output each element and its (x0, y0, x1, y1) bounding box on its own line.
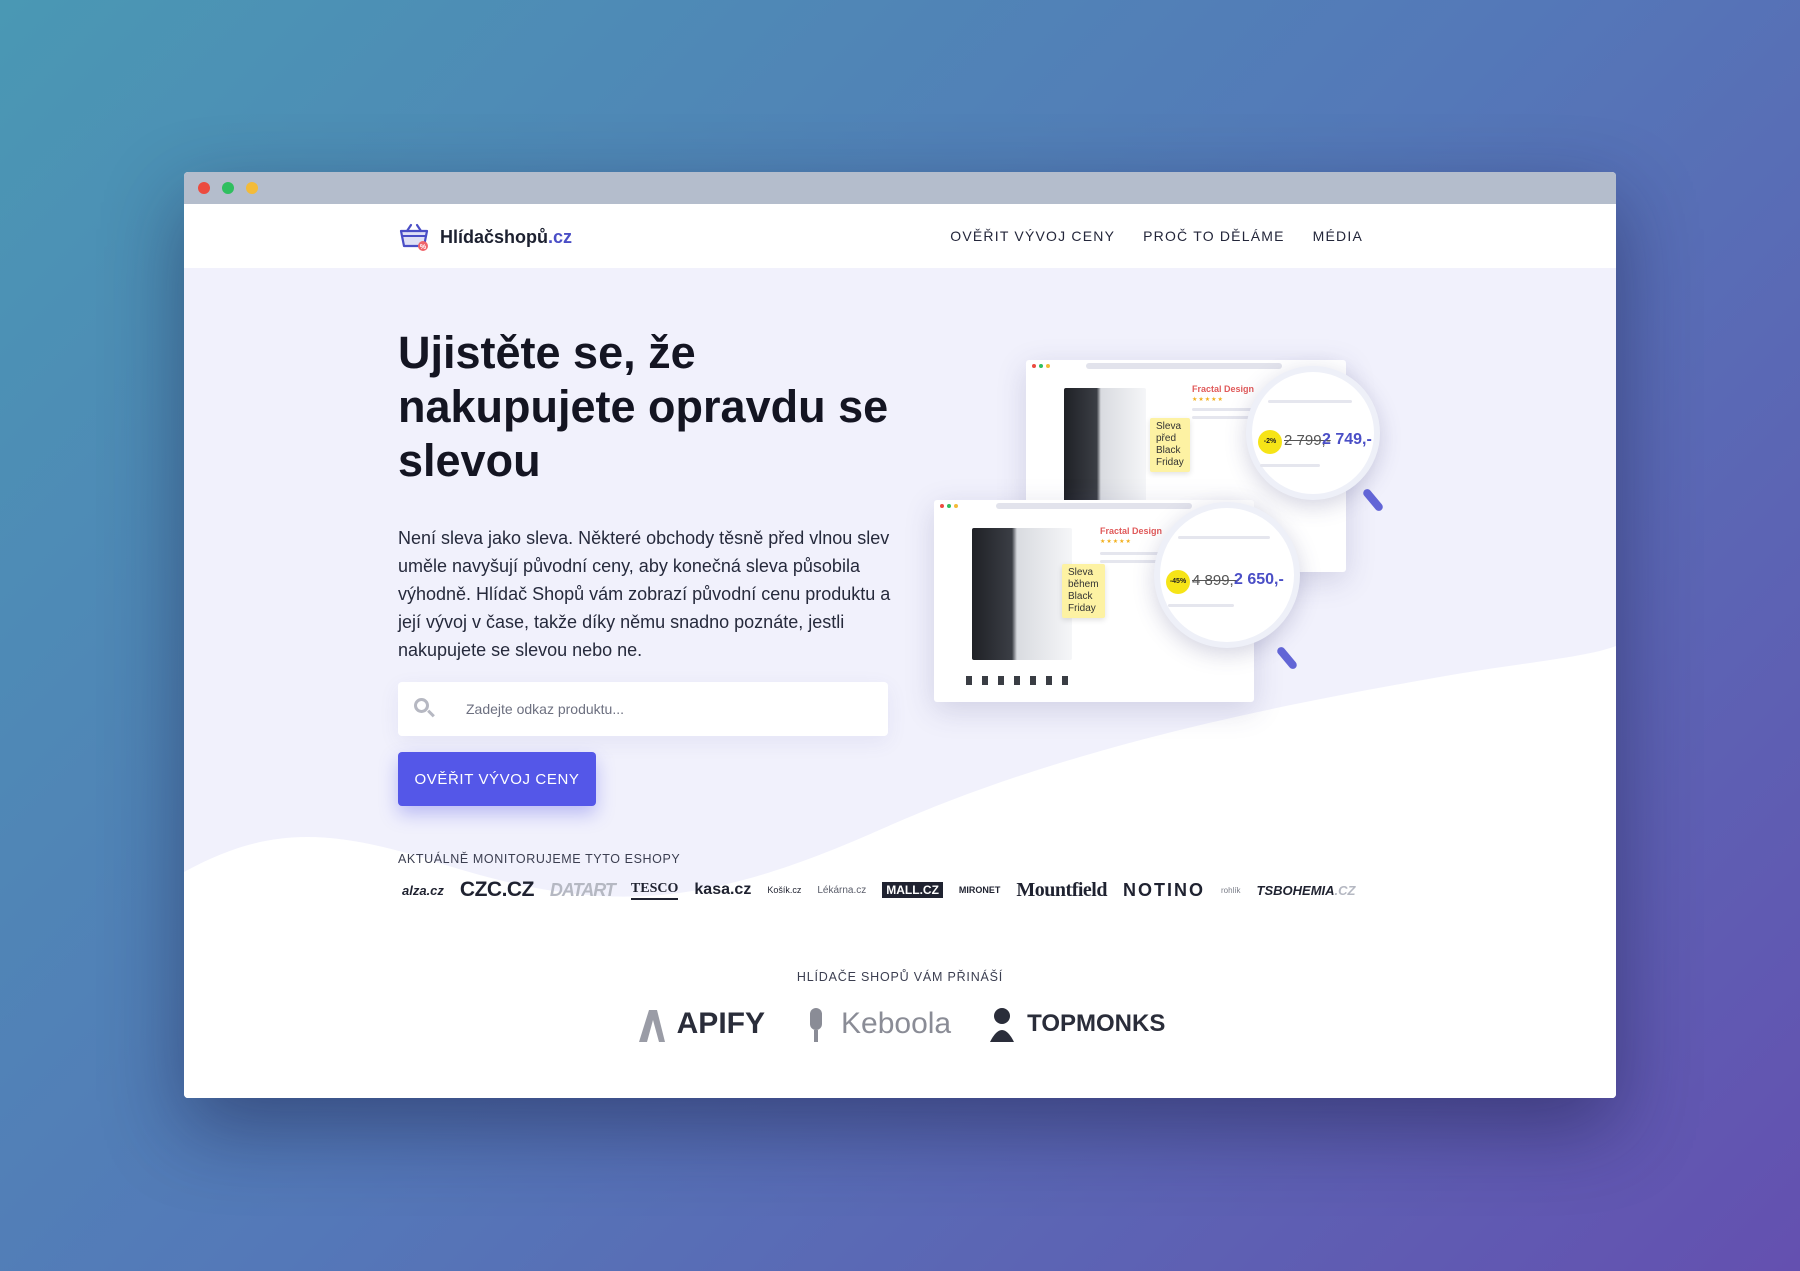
browser-window: % Hlídačshopů.cz OVĚŘIT VÝVOJ CENY PROČ … (184, 172, 1616, 1098)
zoom-window-button[interactable] (246, 182, 258, 194)
hero-headline: Ujistěte se, že nakupujete opravdu se sl… (398, 327, 889, 486)
eshop-logos: alza.cz CZC.CZ DATART TESCO kasa.cz Koší… (402, 878, 1362, 902)
logo-mall: MALL.CZ (882, 882, 943, 898)
discount-tag: Sleva před Black Friday (1150, 418, 1190, 472)
keboola-icon (810, 1008, 822, 1042)
nav-link-why[interactable]: PROČ TO DĚLÁME (1143, 228, 1285, 244)
magnifier-back: -2% 2 799,- 2 749,- (1246, 366, 1380, 500)
logo-mountfield: Mountfield (1016, 878, 1107, 901)
new-price: 2 650,- (1234, 571, 1284, 588)
partner-logos: APIFY Keboola TOPMONKS (184, 1004, 1616, 1058)
partner-apify: APIFY (635, 1004, 765, 1044)
site-header: % Hlídačshopů.cz OVĚŘIT VÝVOJ CENY PROČ … (184, 204, 1616, 268)
close-window-button[interactable] (198, 182, 210, 194)
logo-text: Hlídačshopů.cz (440, 226, 573, 247)
window-titlebar (184, 172, 1616, 204)
logo-alza: alza.cz (402, 882, 444, 898)
partner-topmonks: TOPMONKS (985, 1004, 1165, 1044)
apify-icon (638, 1010, 665, 1042)
logo-czc: CZC.CZ (459, 878, 535, 901)
minimize-window-button[interactable] (222, 182, 234, 194)
eshops-label: AKTUÁLNĚ MONITORUJEME TYTO ESHOPY (398, 852, 681, 866)
svg-text:%: % (420, 244, 427, 251)
logo-rohlik: rohlík (1220, 885, 1241, 895)
magnifier-front: -45% 4 899,- 2 650,- (1154, 502, 1300, 648)
product-brand: Fractal Design (1100, 526, 1163, 536)
basket-icon: % (399, 223, 429, 251)
logo-datart: DATART (549, 879, 616, 900)
logo-tsbohemia: TSBOHEMIA.CZ (1256, 882, 1356, 898)
partners-label: HLÍDAČE SHOPŮ VÁM PŘINÁŠÍ (796, 970, 1004, 984)
discount-badge: -45% (1166, 570, 1190, 594)
logo-tesco: TESCO (630, 881, 679, 900)
logo-mironet: MIRONET (958, 885, 1001, 895)
new-price: 2 749,- (1322, 431, 1372, 448)
logo-kosik: Košík.cz (767, 885, 802, 895)
nav-link-media[interactable]: MÉDIA (1313, 228, 1363, 244)
logo-kasa: kasa.cz (694, 881, 752, 898)
product-link-search (398, 682, 888, 736)
product-link-input[interactable] (466, 689, 866, 729)
site-logo[interactable]: % Hlídačshopů.cz (398, 222, 572, 252)
nav-link-verify-price[interactable]: OVĚŘIT VÝVOJ CENY (950, 228, 1115, 244)
partner-keboola: Keboola (799, 1004, 951, 1044)
search-icon (414, 698, 436, 720)
hero-lead-text: Není sleva jako sleva. Některé obchody t… (398, 528, 891, 660)
logo-lekarna: Lékárna.cz (817, 884, 867, 896)
discount-badge: -2% (1258, 430, 1282, 454)
hero-section: Ujistěte se, že nakupujete opravdu se sl… (184, 268, 1616, 1098)
logo-notino: NOTINO (1122, 879, 1205, 900)
old-price: 4 899,- (1192, 572, 1239, 589)
main-nav: OVĚŘIT VÝVOJ CENY PROČ TO DĚLÁME MÉDIA (950, 228, 1363, 244)
discount-tag: Sleva během Black Friday (1062, 564, 1105, 618)
verify-price-button[interactable]: OVĚŘIT VÝVOJ CENY (398, 752, 596, 806)
product-brand: Fractal Design (1192, 384, 1255, 394)
monk-icon (990, 1008, 1015, 1042)
